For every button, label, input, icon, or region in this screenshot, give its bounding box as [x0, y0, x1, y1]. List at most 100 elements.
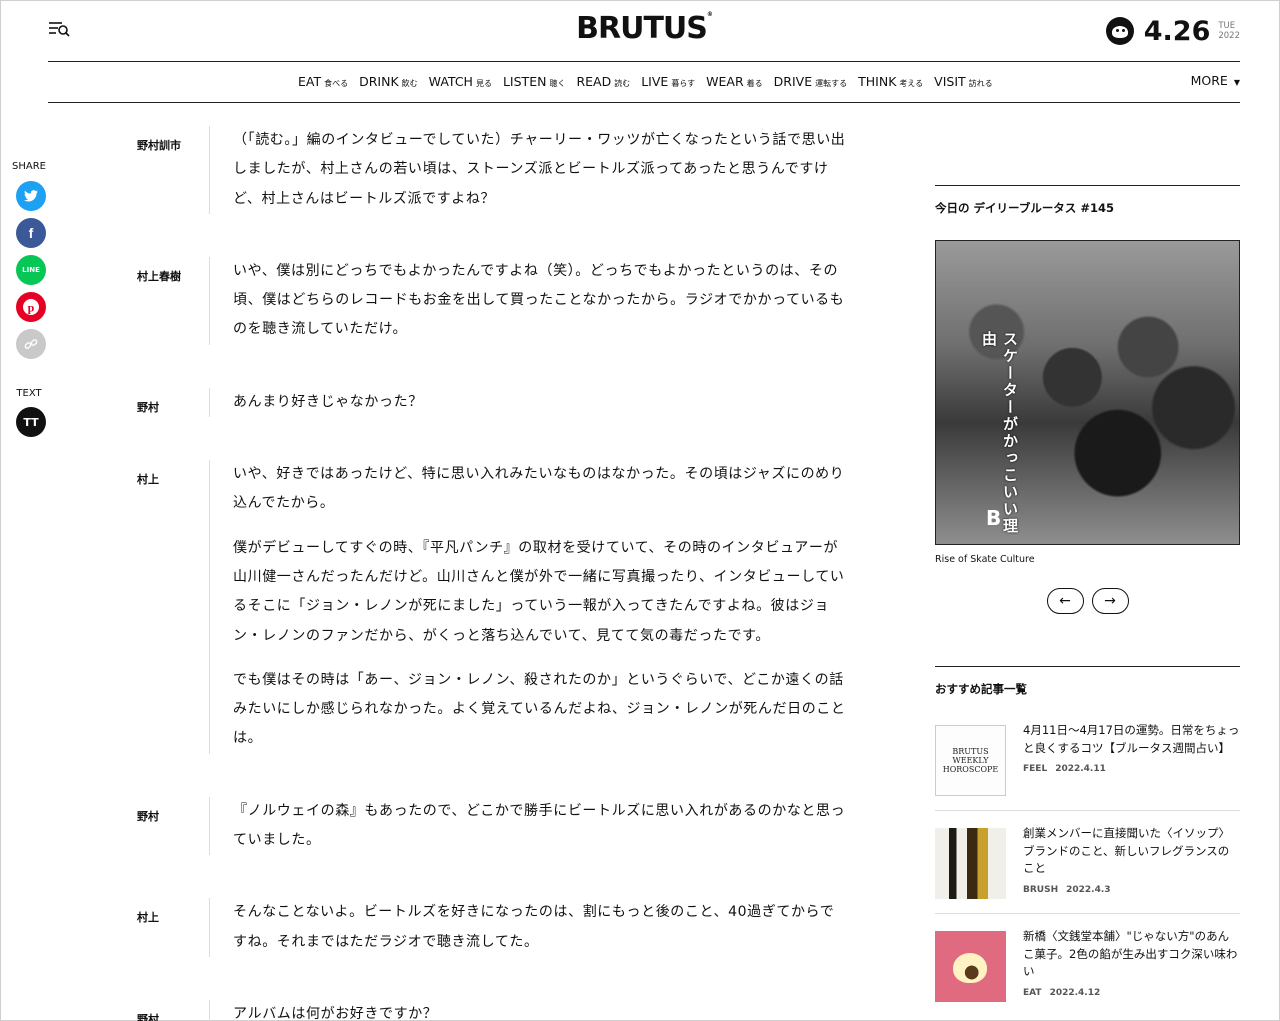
paragraph: （「読む。」編のインタビューでしていた）チャーリー・ワッツが亡くなったという話で… — [233, 132, 846, 207]
recommended-article[interactable]: 新橋〈文銭堂本舗〉"じゃない方"のあんこ菓子。2色の餡が生み出すコク深い味わい … — [935, 928, 1240, 1016]
aesop-thumbnail — [935, 828, 1006, 899]
cover-caption: Rise of Skate Culture — [935, 554, 1035, 565]
article-category: FEEL — [1023, 764, 1048, 774]
speaker-name: 野村 — [137, 809, 159, 823]
link-icon — [24, 339, 38, 349]
dialogue-text: いや、好きではあったけど、特に思い入れみたいなものはなかった。その頃はジャズにの… — [209, 460, 847, 754]
nav-item-eat[interactable]: EAT 食べる — [298, 74, 348, 89]
share-bar: SHARE f LINE p TEXT TT — [12, 161, 48, 444]
speaker-name: 野村 — [137, 400, 159, 414]
dialogue-text: あんまり好きじゃなかった？ — [209, 387, 847, 418]
dialogue-text: 『ノルウェイの森』もあったので、どこかで勝手にビートルズに思い入れがあるのかなと… — [209, 796, 847, 856]
twitter-icon — [24, 190, 38, 202]
nav-item-listen[interactable]: LISTEN 聴く — [503, 74, 565, 89]
dialogue-block: 村上 いや、好きではあったけど、特に思い入れみたいなものはなかった。その頃はジャズ… — [137, 460, 852, 754]
nav-item-watch[interactable]: WATCH 見る — [429, 74, 492, 89]
nav-item-think[interactable]: THINK 考える — [858, 74, 923, 89]
line-icon: LINE — [22, 266, 40, 274]
nav-item-read[interactable]: READ 読む — [576, 74, 630, 89]
speaker-name: 村上 — [137, 473, 159, 487]
weekday: TUE — [1218, 21, 1236, 31]
nav-item-wear[interactable]: WEAR 着る — [706, 74, 763, 89]
year: 2022 — [1218, 31, 1240, 41]
nav-more-button[interactable]: MORE ▼ — [1191, 73, 1240, 88]
dialogue-block: 野村 アルバムは何がお好きですか？ — [137, 999, 852, 1021]
dialogue-text: アルバムは何がお好きですか？ — [209, 999, 847, 1021]
speaker-name: 野村訓市 — [137, 139, 181, 152]
interview-article: 野村訓市 （「読む。」編のインタビューでしていた）チャーリー・ワッツが亡くなったと… — [137, 126, 852, 1021]
nav-item-visit[interactable]: VISIT 訪れる — [934, 74, 993, 89]
recommended-article[interactable]: BRUTUS WEEKLY HOROSCOPE 4月11日〜4月17日の運勢。日… — [935, 722, 1240, 811]
nav-item-sublabel: 飲む — [401, 79, 418, 88]
thumbnail-text: BRUTUS WEEKLY HOROSCOPE — [942, 747, 999, 774]
daily-brutus-title: 今日の デイリーブルータス #145 — [935, 201, 1114, 215]
speaker-name: 野村 — [137, 1012, 159, 1021]
nav-item-sublabel: 考える — [899, 79, 924, 88]
dialogue-block: 野村訓市 （「読む。」編のインタビューでしていた）チャーリー・ワッツが亡くなったと… — [137, 126, 852, 214]
article-date: 2022.4.12 — [1049, 987, 1101, 998]
cover-logo-mark: B — [986, 506, 1002, 530]
sidebar: 今日の デイリーブルータス #145 スケーターがかっこいい理由 B Rise … — [935, 185, 1240, 1021]
dialogue-block: 村上 そんなことないよ。ビートルズを好きになったのは、割にもっと後のこと、40過ぎ… — [137, 898, 852, 957]
pinterest-share-button[interactable]: p — [16, 292, 46, 322]
main-nav: EAT 食べる DRINK 飲む WATCH 見る LISTEN 聴く READ 読む LIVE 暮ら… — [48, 62, 1240, 103]
svg-text:p: p — [28, 301, 35, 315]
article-date: 2022.4.3 — [1066, 884, 1111, 895]
dialogue-text: そんなことないよ。ビートルズを好きになったのは、割にもっと後のこと、40過ぎてか… — [209, 898, 847, 957]
arrow-right-icon: → — [1104, 593, 1116, 609]
nav-item-label: WEAR — [706, 74, 744, 89]
site-header: BRUTUS® 4.26 TUE 2022 — [48, 1, 1240, 62]
next-arrow-button[interactable]: → — [1091, 588, 1129, 614]
article-meta: BRUSH 2022.4.3 — [1023, 885, 1240, 895]
text-size-button[interactable]: TT — [16, 407, 46, 437]
issue-date: 4.26 TUE 2022 — [1105, 13, 1240, 49]
divider — [935, 666, 1240, 667]
paragraph: あんまり好きじゃなかった？ — [233, 393, 423, 410]
horoscope-thumbnail: BRUTUS WEEKLY HOROSCOPE — [935, 725, 1006, 796]
paragraph: いや、僕は別にどっちでもよかったんですよね（笑）。どっちでもよかったというのは、… — [233, 262, 845, 338]
pinterest-icon: p — [23, 299, 39, 315]
sweets-thumbnail — [935, 931, 1006, 1002]
article-title: 創業メンバーに直接聞いた〈イソップ〉ブランドのこと、新しいフレグランスのこと — [1023, 826, 1230, 875]
dialogue-block: 村上春樹 いや、僕は別にどっちでもよかったんですよね（笑）。どっちでもよかったとい… — [137, 256, 852, 345]
recommended-title: おすすめ記事一覧 — [935, 682, 1027, 696]
article-category: BRUSH — [1023, 884, 1059, 895]
paragraph: 僕がデビューしてすぐの時、『平凡パンチ』の取材を受けていて、その時のインタビュア… — [233, 539, 845, 644]
brutus-logo[interactable]: BRUTUS® — [576, 11, 713, 46]
nav-item-label: VISIT — [934, 74, 966, 89]
nav-item-drink[interactable]: DRINK 飲む — [359, 74, 418, 89]
twitter-share-button[interactable] — [16, 181, 46, 211]
speaker-name: 村上 — [137, 911, 159, 925]
nav-item-label: LIVE — [641, 74, 669, 89]
recommended-article[interactable]: 創業メンバーに直接聞いた〈イソップ〉ブランドのこと、新しいフレグランスのこと B… — [935, 825, 1240, 914]
dialogue-text: いや、僕は別にどっちでもよかったんですよね（笑）。どっちでもよかったというのは、… — [209, 256, 847, 345]
nav-item-sublabel: 食べる — [324, 79, 349, 88]
nav-item-drive[interactable]: DRIVE 運転する — [774, 74, 847, 89]
prev-arrow-button[interactable]: ← — [1046, 588, 1084, 614]
nav-item-live[interactable]: LIVE 暮らす — [641, 74, 695, 89]
nav-item-sublabel: 見る — [475, 79, 492, 88]
nav-item-label: WATCH — [428, 74, 473, 89]
facebook-share-button[interactable]: f — [16, 218, 46, 248]
caret-down-icon: ▼ — [1233, 78, 1240, 87]
article-date: 2022.4.11 — [1055, 764, 1106, 774]
divider — [935, 185, 1240, 186]
nav-item-label: READ — [576, 74, 612, 89]
paragraph: いや、好きではあったけど、特に思い入れみたいなものはなかった。その頃はジャズにの… — [233, 466, 845, 512]
nav-item-sublabel: 運転する — [815, 79, 848, 88]
nav-item-label: EAT — [298, 74, 322, 89]
speaker-name: 村上春樹 — [137, 269, 181, 283]
mascot-icon — [1105, 17, 1134, 45]
text-size-icon: TT — [23, 415, 39, 429]
nav-item-label: DRIVE — [773, 74, 813, 89]
nav-item-sublabel: 聴く — [549, 79, 566, 88]
carousel-controls: ← → — [935, 588, 1240, 614]
nav-item-label: DRINK — [359, 74, 399, 89]
line-share-button[interactable]: LINE — [16, 255, 46, 285]
menu-search-icon[interactable] — [48, 20, 70, 38]
nav-item-sublabel: 暮らす — [671, 79, 696, 88]
copy-link-button[interactable] — [16, 329, 46, 359]
article-meta: EAT 2022.4.12 — [1023, 988, 1240, 998]
daily-cover-image[interactable]: スケーターがかっこいい理由 B — [935, 240, 1240, 545]
nav-item-sublabel: 訪れる — [968, 79, 993, 88]
